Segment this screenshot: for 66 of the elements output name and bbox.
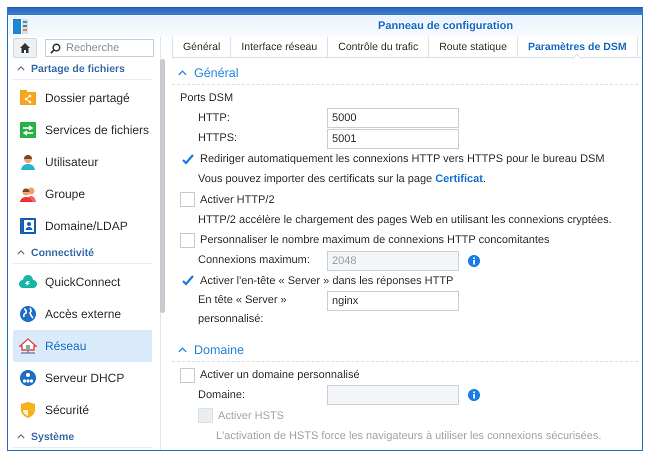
checkbox-label: Rediriger automatiquement les connexions HTTP vers HTTPS pour le bureau DSM <box>200 153 605 166</box>
chevron-up-icon <box>178 70 187 76</box>
tab[interactable]: Route statique <box>429 37 518 57</box>
users-icon <box>19 185 37 203</box>
help-text: L'activation de HSTS force les navigateurs à utiliser les connexions sécurisées. <box>216 430 602 442</box>
section-header[interactable]: Domaine <box>172 338 638 362</box>
tab[interactable]: Contrôle du trafic <box>328 37 430 57</box>
sidebar-item[interactable]: Services de fichiers <box>13 114 152 146</box>
checkbox-label: Activer HTTP/2 <box>200 194 275 206</box>
checkbox[interactable] <box>180 273 195 288</box>
sidebar-item[interactable]: Domaine/LDAP <box>13 210 152 242</box>
section-header[interactable]: Système <box>13 426 152 448</box>
home-icon <box>19 42 31 54</box>
checkbox-label: Activer un domaine personnalisé <box>200 369 360 382</box>
sidebar-item[interactable]: Utilisateur <box>13 146 152 178</box>
tab[interactable]: Interface réseau <box>231 37 328 57</box>
checkbox-label: Activer HSTS <box>218 410 284 422</box>
shield-icon <box>19 401 37 419</box>
field-label: HTTP: <box>198 110 231 126</box>
cloud-icon <box>19 273 37 291</box>
app-icon <box>13 18 28 34</box>
field-label: Connexions maximum: <box>198 253 311 268</box>
checkbox[interactable] <box>180 232 195 248</box>
input-field[interactable]: nginx <box>327 290 459 311</box>
checkbox[interactable] <box>180 152 195 167</box>
sidebar-item[interactable]: QuickConnect <box>13 266 152 298</box>
sidebar-item[interactable]: Accès externe <box>13 298 152 330</box>
group-label: Ports DSM <box>180 92 234 104</box>
field-label: HTTPS: <box>198 131 238 146</box>
directory-icon <box>19 217 37 235</box>
user-icon <box>19 153 37 171</box>
sidebar-item[interactable]: Dossier partagé <box>13 82 152 114</box>
home-button[interactable] <box>13 38 37 58</box>
checkbox-label: Personnaliser le nombre maximum de connexions HTTP concomitantes <box>200 234 550 246</box>
checkbox[interactable] <box>180 368 195 383</box>
globe-icon <box>19 305 37 323</box>
input-field[interactable]: 5001 <box>327 128 459 149</box>
checkbox-label: Activer l'en-tête « Server » dans les réponses HTTP <box>200 274 454 287</box>
tab[interactable]: Paramètres de DSM <box>518 37 638 57</box>
section-header[interactable]: Général <box>172 62 638 85</box>
window-title: Panneau de configuration <box>378 20 514 32</box>
help-text: Vous pouvez importer des certificats sur la page Certificat. <box>198 173 486 186</box>
network-icon <box>19 369 37 387</box>
chevron-up-icon <box>17 250 25 255</box>
checkbox[interactable] <box>180 192 195 208</box>
certificate-link[interactable]: Certificat <box>435 173 483 186</box>
sidebar-item[interactable]: Sécurité <box>13 394 152 426</box>
sidebar-item[interactable]: Serveur DHCP <box>13 362 152 394</box>
search-field[interactable]: Recherche <box>45 39 154 57</box>
chevron-up-icon <box>17 434 25 439</box>
sidebar-item[interactable]: Groupe <box>13 178 152 210</box>
help-text: HTTP/2 accélère le chargement des pages Web en utilisant les connexions cryptées. <box>198 214 612 226</box>
sidebar-item[interactable]: Réseau <box>13 330 152 362</box>
chevron-up-icon <box>17 66 25 71</box>
chevron-up-icon <box>178 346 187 353</box>
tab[interactable]: Général <box>172 37 232 57</box>
transfer-icon <box>19 121 37 139</box>
scrollbar[interactable] <box>160 59 165 313</box>
search-icon <box>50 43 61 54</box>
field-label: Domaine: <box>198 388 246 403</box>
section-header[interactable]: Partage de fichiers <box>13 58 152 80</box>
house-icon <box>19 337 37 355</box>
section-header[interactable]: Connectivité <box>13 242 152 264</box>
input-field[interactable]: 5000 <box>327 108 459 128</box>
field-label: En tête « Server » personnalisé: <box>198 292 288 327</box>
folder-icon <box>19 89 37 107</box>
